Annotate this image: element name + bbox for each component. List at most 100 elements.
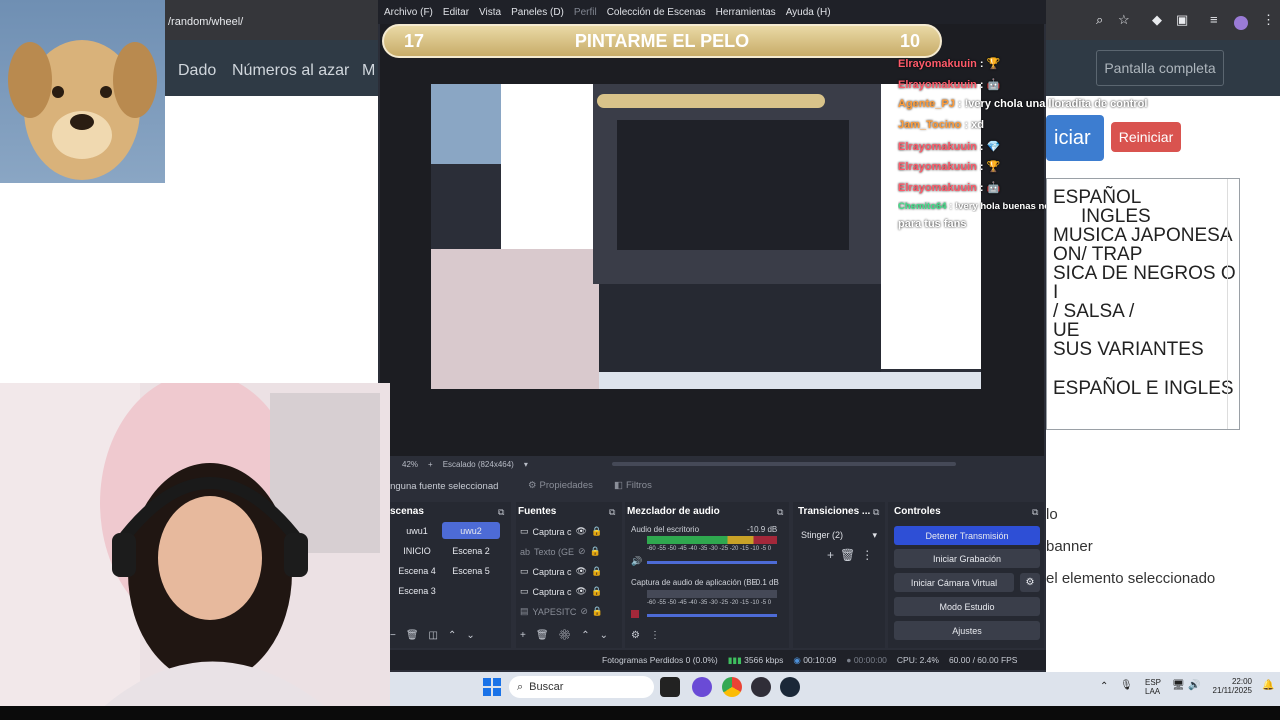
mixer-channel-2-slider[interactable] xyxy=(647,614,777,617)
keyboard-language[interactable]: ESP LAA xyxy=(1145,678,1161,696)
nav-link-dado[interactable]: Dado xyxy=(178,62,216,80)
zoom-icon[interactable]: ⌕ xyxy=(1096,12,1103,28)
taskbar-steam-icon[interactable] xyxy=(780,677,800,697)
chevron-down-icon[interactable]: ▾ xyxy=(524,460,528,469)
lock-icon[interactable]: 🔒 xyxy=(591,586,602,597)
list-icon[interactable]: ≡ xyxy=(1210,12,1218,27)
lock-icon[interactable]: 🔒 xyxy=(591,566,602,577)
eye-icon[interactable]: 👁 xyxy=(576,526,587,537)
stop-streaming-button[interactable]: Detener Transmisión xyxy=(894,526,1040,545)
tray-notification-icon[interactable]: 🔔 xyxy=(1262,680,1274,691)
eye-icon[interactable]: 👁 xyxy=(576,586,587,597)
scene-uwu2[interactable]: uwu2 xyxy=(442,522,500,539)
lock-icon[interactable]: 🔒 xyxy=(592,606,603,617)
transition-select[interactable]: Stinger (2) ▾ xyxy=(797,526,881,544)
scaling-label[interactable]: Escalado (824x464) xyxy=(443,460,514,469)
taskbar-chrome-icon[interactable] xyxy=(722,677,742,697)
properties-button[interactable]: ⚙ Propiedades xyxy=(528,480,593,491)
source-controls[interactable]: +🗑⚙⌃⌄ xyxy=(520,630,618,641)
speaker-icon[interactable]: 🔊 xyxy=(631,556,642,567)
undock-icon[interactable]: ⧉ xyxy=(498,507,504,518)
more-icon[interactable]: ⋮ xyxy=(1262,12,1275,28)
settings-button[interactable]: Ajustes xyxy=(894,621,1040,640)
mixer-channel-1-slider[interactable] xyxy=(647,561,777,564)
zoom-in-icon[interactable]: + xyxy=(428,460,433,469)
scene-uwu1[interactable]: uwu1 xyxy=(388,522,446,539)
fullscreen-button[interactable]: Pantalla completa xyxy=(1096,50,1224,86)
option-text: banner xyxy=(1046,538,1093,555)
zoom-level[interactable]: 42% xyxy=(402,460,418,469)
lock-icon[interactable]: 🔒 xyxy=(590,546,601,557)
bookmark-star-icon[interactable]: ☆ xyxy=(1118,12,1130,28)
undock-icon[interactable]: ⧉ xyxy=(1032,507,1038,518)
textarea-scrollbar[interactable] xyxy=(1227,179,1237,429)
scene-escena-2[interactable]: Escena 2 xyxy=(442,542,500,559)
scene-escena-5[interactable]: Escena 5 xyxy=(442,562,500,579)
chat-message: Jam_Tocino : xd xyxy=(898,119,984,131)
filters-button[interactable]: ◧ Filtros xyxy=(614,480,652,491)
extension-icon[interactable]: ◆ xyxy=(1152,12,1162,28)
tray-volume-icon[interactable]: 🔊 xyxy=(1188,680,1200,691)
eye-hidden-icon[interactable]: ⊘ xyxy=(580,606,588,617)
source-item[interactable]: ▭ Captura c 👁 🔒 xyxy=(520,526,602,537)
nav-link-numeros[interactable]: Números al azar xyxy=(232,62,349,80)
tray-chevron-up-icon[interactable]: ⌃ xyxy=(1100,681,1108,692)
scene-escena-3[interactable]: Escena 3 xyxy=(388,582,446,599)
reset-button[interactable]: Reiniciar xyxy=(1111,122,1181,152)
spin-button[interactable]: iciar xyxy=(1046,115,1104,161)
profile-avatar[interactable] xyxy=(1234,16,1248,30)
menu-ayuda[interactable]: Ayuda (H) xyxy=(786,7,831,18)
tray-network-icon[interactable]: 🖥 xyxy=(1172,680,1185,691)
eye-icon[interactable]: 👁 xyxy=(576,566,587,577)
tray-mic-icon[interactable]: 🎙 xyxy=(1120,680,1133,691)
properties-label: Propiedades xyxy=(539,480,593,491)
start-virtual-camera-button[interactable]: Iniciar Cámara Virtual xyxy=(894,573,1014,592)
source-item[interactable]: ▤ YAPESITC ⊘ 🔒 xyxy=(520,606,603,617)
menu-perfil[interactable]: Perfil xyxy=(574,7,597,18)
mixer-channel-1-label: Audio del escritorio xyxy=(631,525,700,534)
menu-vista[interactable]: Vista xyxy=(479,7,501,18)
puzzle-icon[interactable]: ▣ xyxy=(1176,12,1188,28)
undock-icon[interactable]: ⧉ xyxy=(873,507,879,518)
source-item[interactable]: ab Texto (GE ⊘ 🔒 xyxy=(520,546,601,557)
mixer-controls[interactable]: ⚙⋮ xyxy=(631,630,670,641)
scene-inicio[interactable]: INICIO xyxy=(388,542,446,559)
sources-dock: Fuentes ⧉ ▭ Captura c 👁 🔒 ab Texto (GE ⊘ 🔒 ▭ Ca… xyxy=(516,502,622,648)
menu-coleccion-escenas[interactable]: Colección de Escenas xyxy=(607,7,706,18)
url-bar-text[interactable]: /random/wheel/ xyxy=(168,16,243,28)
lock-icon[interactable]: 🔒 xyxy=(591,526,602,537)
studio-mode-button[interactable]: Modo Estudio xyxy=(894,597,1040,616)
image-icon: ▤ xyxy=(520,606,529,616)
start-recording-button[interactable]: Iniciar Grabación xyxy=(894,549,1040,568)
source-item[interactable]: ▭ Captura c 👁 🔒 xyxy=(520,586,602,597)
taskbar-app-icon[interactable] xyxy=(692,677,712,697)
undock-icon[interactable]: ⧉ xyxy=(609,507,615,518)
chat-message: Elrayomakuuin : 🏆 xyxy=(898,58,1001,70)
fps: 60.00 / 60.00 FPS xyxy=(948,655,1018,665)
scene-escena-4[interactable]: Escena 4 xyxy=(388,562,446,579)
transition-controls[interactable]: +🗑⋮ xyxy=(827,548,879,562)
virtual-camera-settings-icon[interactable]: ⚙ xyxy=(1020,573,1040,592)
nested-taskbar xyxy=(599,372,981,389)
eye-hidden-icon[interactable]: ⊘ xyxy=(578,546,586,557)
bitrate: ▮▮▮ 3566 kbps xyxy=(727,654,784,665)
chat-message: Elrayomakuuin : 🏆 xyxy=(898,161,1001,173)
menu-archivo[interactable]: Archivo (F) xyxy=(384,7,433,18)
taskbar-clock[interactable]: 22:00 21/11/2025 xyxy=(1210,677,1252,695)
taskbar-terminal-icon[interactable] xyxy=(660,677,680,697)
scene-controls[interactable]: −🗑◫⌃⌄ xyxy=(390,630,485,641)
menu-editar[interactable]: Editar xyxy=(443,7,469,18)
menu-herramientas[interactable]: Herramientas xyxy=(716,7,776,18)
taskbar-obs-icon[interactable] xyxy=(751,677,771,697)
menu-paneles[interactable]: Paneles (D) xyxy=(511,7,564,18)
source-item[interactable]: ▭ Captura c 👁 🔒 xyxy=(520,566,602,577)
windows-start-icon[interactable] xyxy=(483,678,501,696)
mixer-channel-2-meter xyxy=(647,590,777,598)
chevron-down-icon: ▾ xyxy=(872,529,877,540)
preview-scrollbar[interactable] xyxy=(612,462,956,466)
undock-icon[interactable]: ⧉ xyxy=(777,507,783,518)
wheel-entries-textarea[interactable]: ESPAÑOL INGLES MUSICA JAPONESA ON/ TRAP … xyxy=(1046,178,1240,430)
nav-link-more[interactable]: M xyxy=(362,62,375,80)
taskbar-search[interactable]: ⌕ Buscar xyxy=(509,676,654,698)
muted-speaker-icon[interactable] xyxy=(631,610,639,618)
